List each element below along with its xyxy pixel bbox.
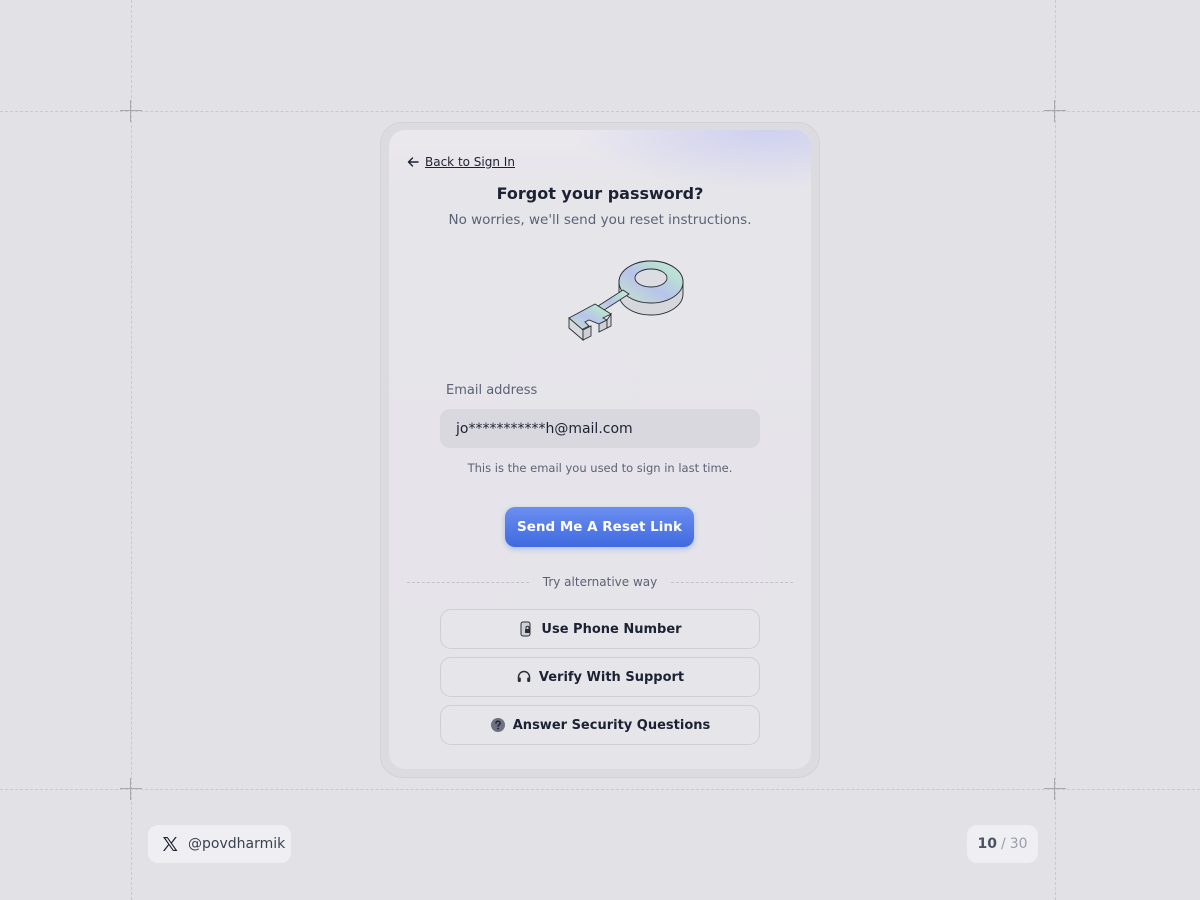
phone-lock-icon <box>520 621 531 637</box>
social-handle: @povdharmik <box>188 836 286 852</box>
guide-line <box>0 789 1200 790</box>
alternative-label: Verify With Support <box>538 669 685 685</box>
alternative-divider: Try alternative way <box>407 574 794 590</box>
send-reset-link-button[interactable]: Send Me A Reset Link <box>505 507 694 547</box>
guide-line <box>1055 0 1056 900</box>
social-handle-badge[interactable]: @povdharmik <box>148 825 291 863</box>
page-current: 10 <box>977 836 997 852</box>
crosshair-mark <box>1044 100 1066 122</box>
email-label: Email address <box>446 383 538 398</box>
verify-with-support-button[interactable]: Verify With Support <box>440 657 760 697</box>
crosshair-mark <box>1044 778 1066 800</box>
crosshair-mark <box>120 778 142 800</box>
email-value: jo***********h@mail.com <box>456 420 633 437</box>
crosshair-mark <box>120 100 142 122</box>
answer-security-questions-button[interactable]: Answer Security Questions <box>440 705 760 745</box>
page-separator: / <box>1000 836 1006 852</box>
page-subtitle: No worries, we'll send you reset instruc… <box>448 212 752 228</box>
question-icon <box>490 718 505 732</box>
guide-line <box>0 111 1200 112</box>
alternative-label: Answer Security Questions <box>512 717 711 733</box>
page-total: 30 <box>1009 836 1028 852</box>
page-counter: 10 / 30 <box>967 825 1038 863</box>
headset-icon <box>517 670 531 682</box>
alternative-label: Use Phone Number <box>541 621 682 637</box>
email-field[interactable]: jo***********h@mail.com <box>440 409 760 448</box>
back-link-label: Back to Sign In <box>425 155 515 169</box>
forgot-password-card: Back to Sign In Forgot your password? No… <box>389 130 811 769</box>
key-illustration <box>568 260 684 341</box>
x-logo-icon <box>163 837 178 851</box>
arrow-left-icon <box>407 157 419 167</box>
divider-text: Try alternative way <box>542 575 658 589</box>
page-title: Forgot your password? <box>496 184 704 203</box>
divider-line <box>671 581 794 583</box>
divider-line <box>407 581 529 583</box>
use-phone-number-button[interactable]: Use Phone Number <box>440 609 760 649</box>
back-to-sign-in-link[interactable]: Back to Sign In <box>407 155 515 169</box>
guide-line <box>131 0 132 900</box>
email-hint: This is the email you used to sign in la… <box>467 461 733 475</box>
